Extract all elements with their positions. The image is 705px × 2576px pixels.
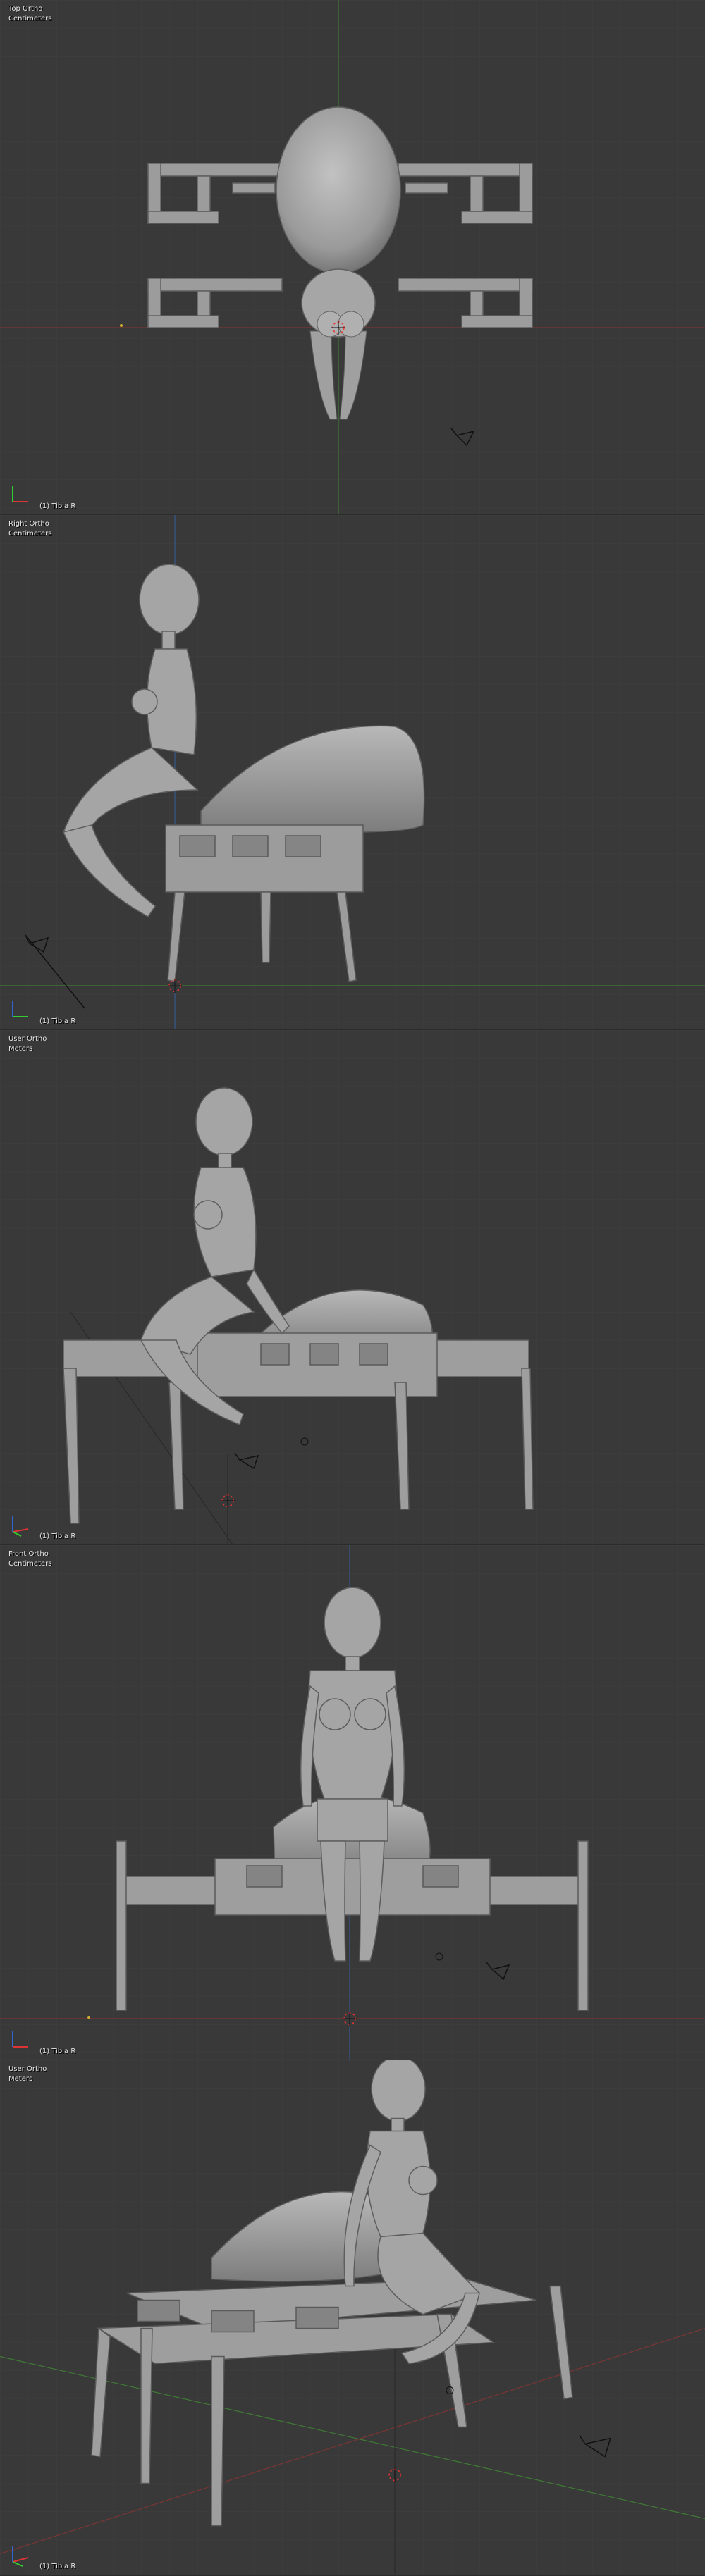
view-name: User Ortho xyxy=(8,2065,47,2073)
view-name: User Ortho xyxy=(8,1035,47,1043)
axis-gizmo-icon[interactable] xyxy=(7,2024,35,2052)
axis-gizmo-icon[interactable] xyxy=(7,994,35,1022)
scene-user-view-1 xyxy=(0,1030,705,1544)
active-object-label: (1) Tibia R xyxy=(39,2048,76,2055)
scene-right-view xyxy=(0,515,705,1029)
viewport-hud: Right Ortho Centimeters xyxy=(8,519,51,539)
spider-abdomen xyxy=(276,106,401,274)
view-name: Front Ortho xyxy=(8,1550,49,1558)
scene-user-view-2 xyxy=(0,2060,705,2575)
units-label: Centimeters xyxy=(8,530,52,538)
viewport-user-ortho-2[interactable]: User Ortho Meters (1) Tibia R xyxy=(0,2060,705,2576)
viewport-hud: Top Ortho Centimeters xyxy=(8,4,51,24)
axis-gizmo-icon[interactable] xyxy=(7,479,35,507)
units-label: Meters xyxy=(8,2075,33,2083)
axis-gizmo-icon[interactable] xyxy=(7,1509,35,1537)
viewport-front-ortho[interactable]: Front Ortho Centimeters (1) Tibia R xyxy=(0,1545,705,2061)
axis-gizmo-icon[interactable] xyxy=(7,2539,35,2568)
viewport-top-ortho[interactable]: Top Ortho Centimeters (1) Tibia R xyxy=(0,0,705,516)
view-name: Right Ortho xyxy=(8,520,49,528)
active-object-label: (1) Tibia R xyxy=(39,1017,76,1025)
units-label: Centimeters xyxy=(8,1560,52,1568)
viewport-hud: User Ortho Meters xyxy=(8,2064,47,2084)
view-name: Top Ortho xyxy=(8,5,43,13)
lamp-icon xyxy=(120,324,123,327)
viewport-user-ortho-1[interactable]: User Ortho Meters (1) Tibia R xyxy=(0,1030,705,1546)
active-object-label: (1) Tibia R xyxy=(39,502,76,510)
active-object-label: (1) Tibia R xyxy=(39,1532,76,1540)
viewport-right-ortho[interactable]: Right Ortho Centimeters (1) Tibia R xyxy=(0,515,705,1031)
scene-front-view xyxy=(0,1545,705,2060)
active-object-label: (1) Tibia R xyxy=(39,2563,76,2570)
viewport-hud: User Ortho Meters xyxy=(8,1034,47,1054)
units-label: Meters xyxy=(8,1045,33,1053)
viewport-hud: Front Ortho Centimeters xyxy=(8,1549,51,1569)
scene-top-view xyxy=(0,0,705,514)
units-label: Centimeters xyxy=(8,15,52,23)
